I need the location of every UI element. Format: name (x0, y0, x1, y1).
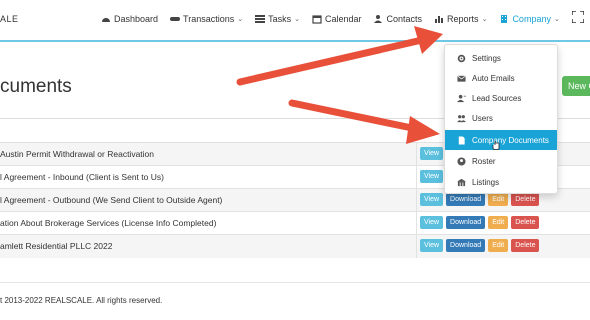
delete-button[interactable]: Delete (511, 239, 540, 252)
document-name[interactable]: l Agreement - Inbound (Client is Sent to… (0, 172, 164, 182)
row-actions: View Download Edit Delete (420, 239, 540, 252)
envelope-icon (457, 75, 466, 82)
menu-item-label: Lead Sources (472, 93, 522, 103)
nav-tasks[interactable]: Tasks ⌄ (255, 14, 300, 24)
document-name[interactable]: ation About Brokerage Services (License … (0, 218, 216, 228)
nav-dashboard-label: Dashboard (114, 14, 159, 24)
menu-item-users[interactable]: Users (445, 108, 557, 128)
menu-item-settings[interactable]: Settings (445, 48, 557, 68)
main-nav: Dashboard Transactions ⌄ Tasks ⌄ Calenda… (101, 14, 560, 24)
menu-item-label: Auto Emails (472, 73, 515, 83)
menu-item-auto-emails[interactable]: Auto Emails (445, 68, 557, 88)
menu-item-label: Roster (472, 156, 496, 166)
contacts-icon (373, 15, 382, 23)
menu-item-label: Users (472, 113, 493, 123)
nav-company[interactable]: Company ⌄ (499, 14, 560, 24)
table-row: amlett Residential PLLC 2022 View Downlo… (0, 234, 590, 258)
view-button[interactable]: View (420, 239, 444, 252)
download-button[interactable]: Download (446, 193, 486, 206)
menu-item-lead-sources[interactable]: Lead Sources (445, 88, 557, 108)
nav-calendar-label: Calendar (324, 14, 362, 24)
dashboard-icon (102, 18, 110, 22)
document-name[interactable]: amlett Residential PLLC 2022 (0, 241, 112, 251)
chevron-down-icon: ⌄ (237, 16, 244, 23)
document-icon (458, 135, 465, 145)
edit-button[interactable]: Edit (488, 239, 509, 252)
reports-icon (435, 16, 444, 23)
menu-item-label: Settings (472, 53, 501, 63)
nav-dashboard[interactable]: Dashboard (101, 14, 158, 24)
menu-item-listings[interactable]: Listings (445, 172, 557, 192)
handshake-icon (170, 17, 181, 21)
nav-reports-label: Reports (447, 14, 479, 24)
annotation-arrow-to-company-documents (288, 99, 440, 144)
hand-pointer-icon (492, 140, 500, 150)
users-icon (457, 114, 466, 122)
footer-divider (0, 282, 590, 283)
company-dropdown-menu: Settings Auto Emails Lead Sources Users … (444, 44, 558, 194)
delete-button[interactable]: Delete (511, 193, 540, 206)
document-name[interactable]: Austin Permit Withdrawal or Reactivation (0, 149, 154, 159)
menu-item-company-documents[interactable]: Company Documents (445, 130, 557, 150)
menu-item-label: Company Documents (472, 135, 549, 145)
top-navbar: ALE Dashboard Transactions ⌄ Tasks ⌄ Cal… (0, 0, 590, 42)
row-actions: View Download Edit Delete (420, 193, 540, 206)
fullscreen-icon[interactable] (572, 11, 584, 23)
edit-button[interactable]: Edit (488, 216, 509, 229)
view-button[interactable]: View (420, 147, 444, 160)
building-icon (457, 178, 466, 186)
document-name[interactable]: l Agreement - Outbound (We Send Client t… (0, 195, 222, 205)
delete-button[interactable]: Delete (511, 216, 540, 229)
row-actions: View (420, 170, 444, 183)
new-document-button[interactable]: New C (562, 76, 590, 96)
row-actions: View (420, 147, 444, 160)
nav-company-label: Company (512, 14, 551, 24)
nav-transactions-label: Transactions (183, 14, 235, 24)
view-button[interactable]: View (420, 193, 444, 206)
chevron-down-icon: ⌄ (481, 16, 488, 23)
user-circle-icon (457, 156, 466, 166)
nav-contacts-label: Contacts (386, 14, 423, 24)
row-actions: View Download Edit Delete (420, 216, 540, 229)
table-row: ation About Brokerage Services (License … (0, 211, 590, 235)
tasks-icon (255, 15, 266, 23)
chevron-down-icon: ⌄ (553, 16, 560, 23)
view-button[interactable]: View (420, 216, 444, 229)
edit-button[interactable]: Edit (488, 193, 509, 206)
view-button[interactable]: View (420, 170, 444, 183)
brand-logo[interactable]: ALE (0, 14, 19, 24)
nav-transactions[interactable]: Transactions ⌄ (170, 14, 243, 24)
column-divider (416, 142, 417, 258)
company-icon (501, 15, 508, 23)
chevron-down-icon: ⌄ (294, 16, 300, 23)
gear-icon (457, 54, 466, 62)
download-button[interactable]: Download (446, 216, 486, 229)
download-button[interactable]: Download (446, 239, 486, 252)
page-title: cuments (0, 76, 72, 97)
user-plus-icon (457, 94, 466, 102)
menu-item-roster[interactable]: Roster (445, 151, 557, 171)
nav-calendar[interactable]: Calendar (312, 14, 362, 24)
nav-tasks-label: Tasks (268, 14, 292, 24)
calendar-icon (312, 15, 322, 24)
footer-copyright: t 2013-2022 REALSCALE. All rights reserv… (0, 296, 163, 305)
nav-reports[interactable]: Reports ⌄ (434, 14, 487, 24)
nav-contacts[interactable]: Contacts (373, 14, 423, 24)
menu-item-label: Listings (472, 177, 500, 187)
